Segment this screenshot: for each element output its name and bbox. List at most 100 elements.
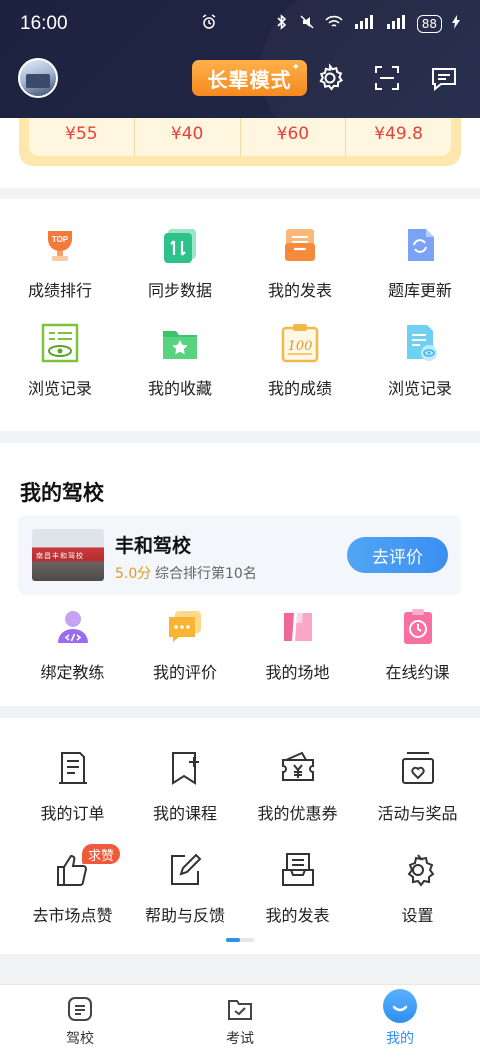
tool-item[interactable]: 浏览记录 xyxy=(360,323,480,399)
school-action-label: 我的场地 xyxy=(265,663,330,682)
tool-label: 浏览记录 xyxy=(387,379,452,398)
tab-driving-school[interactable]: 驾校 xyxy=(0,985,160,1058)
service-item[interactable]: 活动与奖品 xyxy=(355,748,480,824)
sparkle-icon: ✦ xyxy=(291,62,301,73)
tab-label: 我的 xyxy=(386,1031,414,1047)
tool-item[interactable]: 同步数据 xyxy=(120,225,240,301)
service-label: 活动与奖品 xyxy=(377,804,458,823)
mute-icon xyxy=(299,14,315,34)
tool-label: 我的收藏 xyxy=(147,379,212,398)
service-item[interactable]: 我的发表 xyxy=(240,850,355,926)
service-item[interactable]: 我的优惠券 xyxy=(240,748,355,824)
service-item[interactable]: 我的订单 xyxy=(15,748,130,824)
battery-indicator: 88 xyxy=(416,15,442,33)
signal-icon-1 xyxy=(353,15,375,33)
service-item[interactable]: 我的课程 xyxy=(130,748,240,824)
service-item[interactable]: 帮助与反馈 xyxy=(130,850,240,926)
tab-exam[interactable]: 考试 xyxy=(160,985,320,1058)
tab-mine[interactable]: 我的 xyxy=(320,985,480,1058)
price-item[interactable]: ¥40 xyxy=(135,118,241,156)
charging-icon xyxy=(452,15,460,33)
school-action-item[interactable]: 我的评价 xyxy=(130,607,240,683)
gift-box-icon xyxy=(398,748,438,788)
sync-data-icon xyxy=(160,225,200,265)
service-label: 设置 xyxy=(401,906,434,925)
tool-item[interactable]: TOP 成绩排行 xyxy=(0,225,120,301)
bookmark-plus-icon xyxy=(165,748,205,788)
exam-tab-icon xyxy=(226,995,254,1023)
signal-icon-2 xyxy=(385,15,407,33)
scan-icon[interactable] xyxy=(371,62,403,94)
tools-section: TOP 成绩排行 同步数据 我的发表 题库更新 浏览记录 我的收藏 100 我的… xyxy=(0,199,480,431)
school-score: 5.0分 xyxy=(115,566,152,582)
price-item[interactable]: ¥60 xyxy=(241,118,347,156)
tool-label: 题库更新 xyxy=(387,281,452,300)
profile-tab-icon xyxy=(383,989,417,1023)
tool-label: 浏览记录 xyxy=(27,379,92,398)
eye-document-icon xyxy=(40,323,80,363)
tray-icon xyxy=(278,850,318,890)
service-item[interactable]: 设置 xyxy=(355,850,480,926)
school-action-item[interactable]: 绑定教练 xyxy=(15,607,130,683)
wifi-icon xyxy=(325,15,343,33)
comment-bubble-icon xyxy=(165,607,205,647)
school-action-label: 绑定教练 xyxy=(40,663,105,682)
tool-item[interactable]: 我的收藏 xyxy=(120,323,240,399)
tool-label: 同步数据 xyxy=(147,281,212,300)
elder-mode-button[interactable]: 长辈模式 ✦ xyxy=(192,60,307,96)
section-title: 我的驾校 xyxy=(20,481,104,505)
service-label: 我的优惠券 xyxy=(257,804,338,823)
settings-gear-icon[interactable] xyxy=(314,62,346,94)
svg-text:100: 100 xyxy=(288,339,313,354)
like-request-badge: 求赞 xyxy=(82,844,120,864)
status-time: 16:00 xyxy=(20,13,68,34)
price-item[interactable]: ¥49.8 xyxy=(346,118,451,156)
school-action-label: 我的评价 xyxy=(152,663,217,682)
tool-label: 我的成绩 xyxy=(267,379,332,398)
tool-item[interactable]: 我的发表 xyxy=(240,225,360,301)
tab-label: 考试 xyxy=(226,1031,254,1047)
school-sign: 南昌丰和驾校 xyxy=(36,552,84,560)
school-action-item[interactable]: 在线约课 xyxy=(355,607,480,683)
service-label: 去市场点赞 xyxy=(32,906,113,925)
school-action-item[interactable]: 我的场地 xyxy=(240,607,355,683)
page-indicator xyxy=(226,938,254,942)
service-label: 我的课程 xyxy=(152,804,217,823)
tool-label: 我的发表 xyxy=(267,281,332,300)
school-card[interactable]: 南昌丰和驾校 丰和驾校 5.0分 综合排行第10名 去评价 xyxy=(18,515,461,595)
gear-icon xyxy=(398,850,438,890)
tool-item[interactable]: 浏览记录 xyxy=(0,323,120,399)
price-item[interactable]: ¥55 xyxy=(29,118,135,156)
rate-button[interactable]: 去评价 xyxy=(347,537,448,573)
tool-item[interactable]: 题库更新 xyxy=(360,225,480,301)
trophy-top-icon: TOP xyxy=(40,225,80,265)
price-card: ¥55 ¥40 ¥60 ¥49.8 xyxy=(19,118,461,166)
star-folder-icon xyxy=(160,323,200,363)
bluetooth-icon xyxy=(275,14,289,34)
svg-text:TOP: TOP xyxy=(52,235,69,244)
school-action-label: 在线约课 xyxy=(385,663,450,682)
page-indicator-active xyxy=(226,938,240,942)
field-icon xyxy=(278,607,318,647)
bottom-tab-bar: 驾校 考试 我的 xyxy=(0,984,480,1058)
service-label: 我的订单 xyxy=(40,804,105,823)
status-bar: 16:00 88 xyxy=(0,0,480,48)
inbox-tray-icon xyxy=(280,225,320,265)
school-photo: 南昌丰和驾校 xyxy=(32,529,104,581)
tab-label: 驾校 xyxy=(66,1031,94,1047)
driving-school-section: 我的驾校 南昌丰和驾校 丰和驾校 5.0分 综合排行第10名 去评价 绑定教练 … xyxy=(0,443,480,706)
coupon-yen-icon xyxy=(278,748,318,788)
tool-item[interactable]: 100 我的成绩 xyxy=(240,323,360,399)
eye-file-icon xyxy=(400,323,440,363)
alarm-icon xyxy=(202,14,216,34)
profile-header: 16:00 88 长辈模式 ✦ xyxy=(0,0,480,118)
avatar[interactable] xyxy=(18,58,58,98)
edit-feedback-icon xyxy=(165,850,205,890)
order-list-icon xyxy=(53,748,93,788)
status-icons: 88 xyxy=(275,14,460,34)
coach-icon xyxy=(53,607,93,647)
price-strip: ¥55 ¥40 ¥60 ¥49.8 xyxy=(0,118,480,188)
service-label: 帮助与反馈 xyxy=(144,906,225,925)
clock-clipboard-icon xyxy=(398,607,438,647)
message-icon[interactable] xyxy=(428,62,460,94)
